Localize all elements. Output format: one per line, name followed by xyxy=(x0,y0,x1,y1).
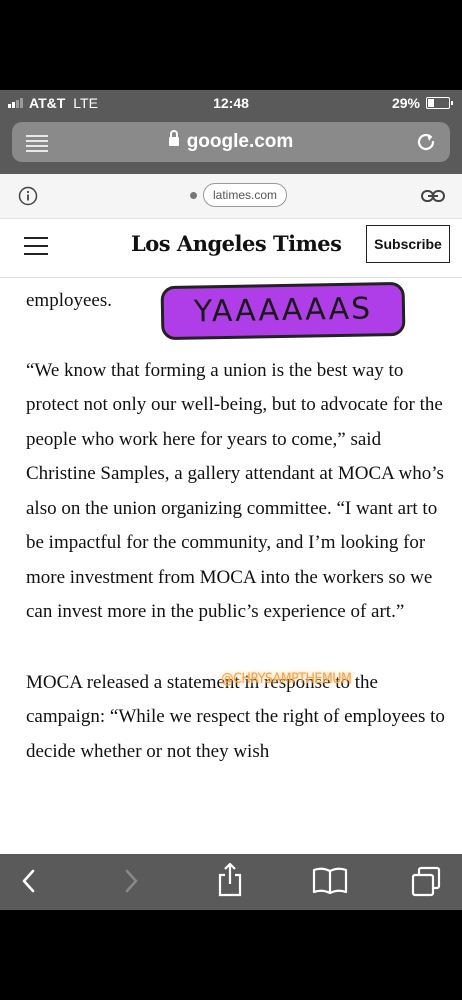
tabs-icon[interactable] xyxy=(410,866,442,898)
site-header: Los Angeles Times Subscribe xyxy=(0,219,462,278)
info-icon[interactable] xyxy=(18,186,38,206)
amp-domain-pill[interactable]: latimes.com xyxy=(203,183,288,207)
battery-icon xyxy=(426,97,453,109)
forward-icon[interactable] xyxy=(120,866,142,896)
browser-toolbar xyxy=(0,854,462,910)
battery-percent: 29% xyxy=(391,95,420,111)
lock-icon xyxy=(168,130,179,146)
bottom-letterbox xyxy=(0,910,462,1000)
back-icon[interactable] xyxy=(18,866,40,896)
bookmarks-icon[interactable] xyxy=(312,866,348,896)
yas-sticker: YAAAAAAS xyxy=(160,281,406,341)
subscribe-button[interactable]: Subscribe xyxy=(366,225,450,263)
link-icon[interactable] xyxy=(420,187,446,205)
handle-sticker: @CHRYSAMPTHEMUM xyxy=(221,671,352,687)
share-icon[interactable] xyxy=(216,862,244,898)
article-body: employees. “We know that forming a union… xyxy=(26,278,446,769)
amp-dot-icon xyxy=(190,191,197,199)
amp-header: latimes.com xyxy=(0,174,462,219)
browser-top-chrome: AT&T LTE 12:48 29% google.com xyxy=(0,90,462,174)
address-bar[interactable]: google.com xyxy=(12,122,450,162)
site-logo[interactable]: Los Angeles Times xyxy=(131,231,342,256)
top-letterbox xyxy=(0,0,462,90)
web-page: latimes.com Los Angeles Times Subscribe … xyxy=(0,174,462,854)
reload-icon[interactable] xyxy=(414,130,438,154)
url-text: google.com xyxy=(186,131,294,152)
article-paragraph: “We know that forming a union is the bes… xyxy=(26,359,444,623)
menu-icon[interactable] xyxy=(24,237,48,261)
status-bar: AT&T LTE 12:48 29% xyxy=(0,90,462,116)
